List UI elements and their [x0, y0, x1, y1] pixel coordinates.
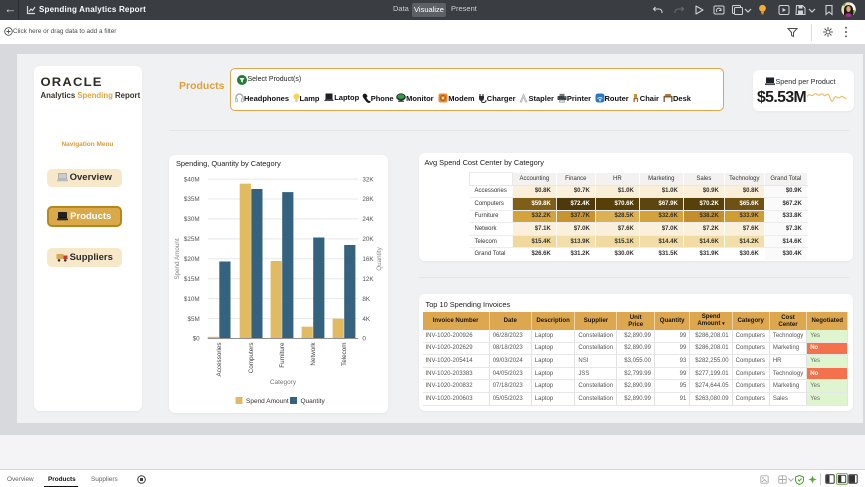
svg-text:$35M: $35M [184, 196, 200, 203]
svg-text:24K: 24K [362, 216, 374, 223]
svg-text:$30M: $30M [184, 216, 200, 223]
svg-text:Quantity: Quantity [376, 246, 383, 270]
svg-text:Telecom: Telecom [341, 342, 348, 365]
svg-text:$5M: $5M [187, 315, 199, 322]
svg-text:Spending, Quantity by Category: Spending, Quantity by Category [176, 159, 281, 168]
svg-text:Spend Amount: Spend Amount [174, 238, 181, 280]
svg-text:$25M: $25M [184, 236, 200, 243]
svg-text:Network: Network [310, 341, 317, 365]
svg-text:$20M: $20M [184, 256, 200, 263]
svg-text:20K: 20K [362, 236, 374, 243]
svg-text:Furniture: Furniture [279, 342, 286, 368]
svg-text:0: 0 [362, 335, 366, 342]
svg-text:8K: 8K [362, 295, 371, 302]
svg-text:28K: 28K [362, 196, 374, 203]
svg-text:Spend Amount: Spend Amount [246, 398, 289, 405]
svg-text:12K: 12K [362, 275, 374, 282]
svg-text:$10M: $10M [184, 295, 200, 302]
svg-text:4K: 4K [362, 315, 371, 322]
svg-text:16K: 16K [362, 256, 374, 263]
svg-text:$40M: $40M [184, 176, 200, 183]
svg-text:$0: $0 [193, 335, 201, 342]
svg-text:32K: 32K [362, 176, 374, 183]
svg-text:$15M: $15M [184, 275, 200, 282]
svg-text:Category: Category [270, 379, 297, 386]
svg-text:Quantity: Quantity [301, 398, 326, 405]
svg-text:Accessories: Accessories [216, 342, 223, 376]
svg-text:Computers: Computers [248, 342, 255, 373]
